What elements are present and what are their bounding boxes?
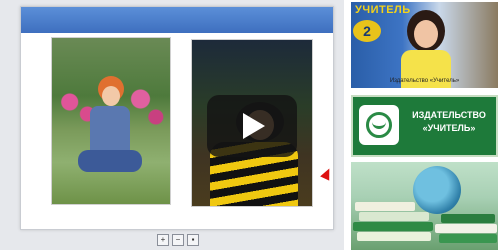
presentation-viewer: + − ▪: [0, 0, 344, 250]
person-face: [102, 86, 120, 106]
publisher-logo-panel: ИЗДАТЕЛЬСТВО «УЧИТЕЛЬ»: [351, 95, 498, 157]
books-globe-image: [351, 162, 498, 250]
presenter-video[interactable]: УЧИТЕЛЬ 2 Издательство «Учитель»: [351, 2, 498, 88]
video-play-button[interactable]: [207, 95, 297, 157]
publisher-name: ИЗДАТЕЛЬСТВО «УЧИТЕЛЬ»: [405, 109, 493, 135]
zoom-in-button[interactable]: +: [157, 234, 169, 246]
presenter-face: [414, 20, 438, 48]
publisher-name-line1: ИЗДАТЕЛЬСТВО: [412, 110, 486, 120]
book: [441, 214, 495, 223]
book: [435, 224, 497, 233]
photo-woman-in-flowers: [51, 37, 171, 205]
book: [357, 232, 431, 241]
video-caption: Издательство «Учитель»: [389, 78, 460, 84]
publisher-name-line2: «УЧИТЕЛЬ»: [422, 123, 476, 133]
person-legs: [78, 150, 142, 172]
video-logo-text: УЧИТЕЛЬ: [355, 4, 411, 16]
publisher-emblem-icon: [359, 105, 399, 145]
book: [439, 234, 497, 243]
book: [355, 202, 415, 211]
book: [359, 212, 429, 221]
play-icon: [243, 113, 265, 139]
slide-header-bar: [21, 7, 333, 33]
right-sidebar: УЧИТЕЛЬ 2 Издательство «Учитель» ИЗДАТЕЛ…: [344, 0, 500, 250]
zoom-toolbar: + − ▪: [157, 234, 199, 246]
zoom-out-button[interactable]: −: [172, 234, 184, 246]
save-button[interactable]: ▪: [187, 234, 199, 246]
globe-icon: [413, 166, 461, 214]
person-body: [90, 106, 130, 154]
video-badge: 2: [353, 20, 381, 42]
book: [353, 222, 433, 231]
